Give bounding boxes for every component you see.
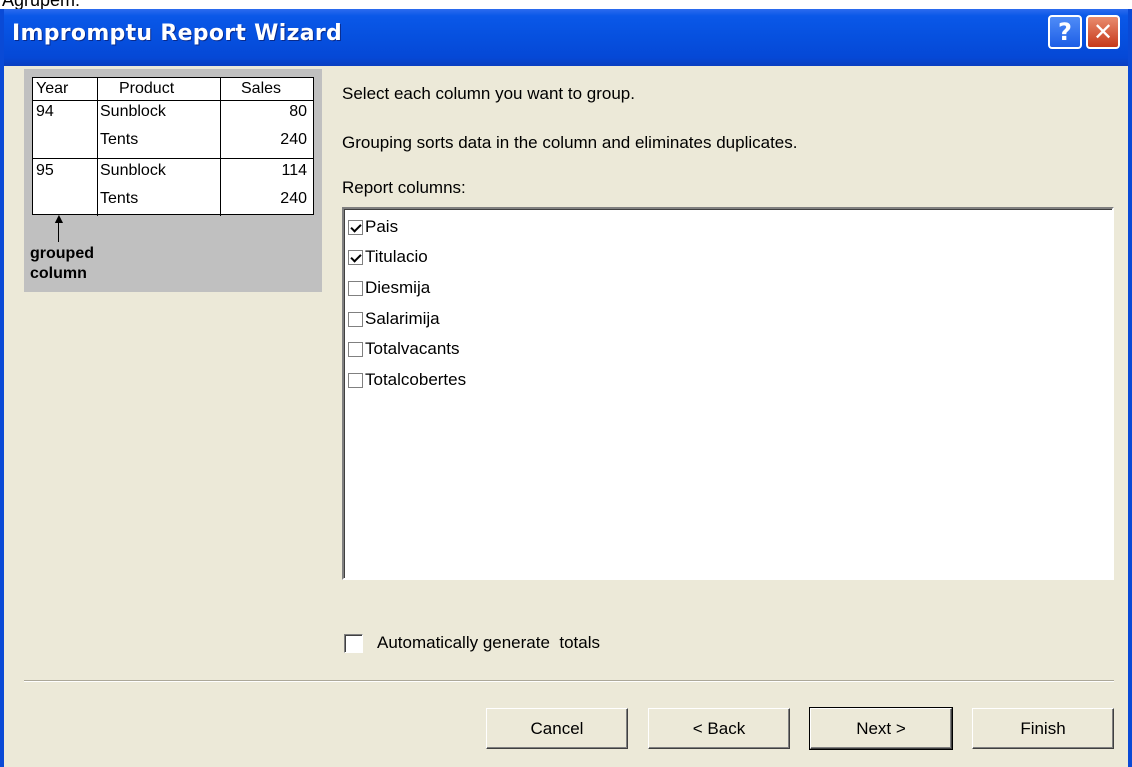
next-button[interactable]: Next > [809, 707, 953, 750]
preview-cell: Tents [100, 190, 139, 207]
help-button[interactable]: ? [1048, 15, 1082, 49]
window-title: Impromptu Report Wizard [12, 21, 343, 46]
annotation-line-2: column [30, 265, 87, 282]
divider [24, 681, 1114, 682]
arrow-line [58, 222, 59, 242]
preview-cell: Sunblock [100, 103, 166, 120]
checkbox-unchecked[interactable] [348, 311, 363, 327]
preview-cell: 80 [289, 103, 307, 120]
column-item-salarimija[interactable]: Salarimija [348, 308, 440, 330]
column-label: Totalvacants [365, 339, 460, 358]
close-icon: ✕ [1092, 18, 1114, 46]
title-bar[interactable]: Impromptu Report Wizard ? ✕ [4, 9, 1128, 66]
report-columns-label: Report columns: [342, 178, 466, 197]
checkbox-checked[interactable] [348, 249, 363, 265]
auto-totals-checkbox[interactable] [344, 633, 363, 653]
checkbox-unchecked[interactable] [348, 341, 363, 357]
preview-cell: Sunblock [100, 162, 166, 179]
column-item-totalvacants[interactable]: Totalvacants [348, 338, 460, 360]
column-item-pais[interactable]: Pais [348, 216, 398, 238]
column-item-totalcobertes[interactable]: Totalcobertes [348, 369, 466, 391]
checkbox-unchecked[interactable] [348, 372, 363, 388]
column-item-titulacio[interactable]: Titulacio [348, 246, 428, 268]
column-label: Totalcobertes [365, 370, 467, 389]
column-label: Diesmija [365, 278, 431, 297]
grouping-description: Grouping sorts data in the column and el… [342, 133, 798, 152]
instruction-text: Select each column you want to group. [342, 84, 635, 103]
preview-header-product: Product [119, 80, 175, 97]
checkbox-checked[interactable] [348, 219, 363, 235]
annotation-line-1: grouped [30, 245, 94, 262]
report-columns-list[interactable]: Pais Titulacio Diesmija Salarimija Total… [342, 207, 1114, 580]
cancel-button[interactable]: Cancel [486, 708, 628, 749]
column-label: Salarimija [365, 309, 440, 328]
preview-cell: 95 [36, 162, 54, 179]
finish-button[interactable]: Finish [972, 708, 1114, 749]
column-label: Titulacio [365, 247, 428, 266]
column-label: Pais [365, 217, 399, 236]
help-icon: ? [1058, 18, 1072, 46]
preview-cell: 114 [281, 162, 307, 179]
grouped-column-annotation: grouped column [30, 244, 94, 284]
back-button[interactable]: < Back [648, 708, 790, 749]
preview-cell: Tents [100, 131, 139, 148]
preview-cell: 240 [280, 131, 307, 148]
auto-totals-option[interactable]: Automatically generate totals [344, 633, 600, 653]
page-caption: Agrupem: [2, 0, 81, 10]
preview-table: Year Product Sales 94 Sunblock 80 Tents … [32, 77, 314, 216]
preview-cell: 240 [280, 190, 307, 207]
column-item-diesmija[interactable]: Diesmija [348, 277, 430, 299]
close-button[interactable]: ✕ [1086, 15, 1120, 49]
preview-header-sales: Sales [241, 80, 282, 97]
auto-totals-label: Automatically generate totals [377, 633, 601, 652]
checkbox-unchecked[interactable] [348, 280, 363, 296]
preview-cell: 94 [36, 103, 54, 120]
preview-header-year: Year [36, 80, 69, 97]
